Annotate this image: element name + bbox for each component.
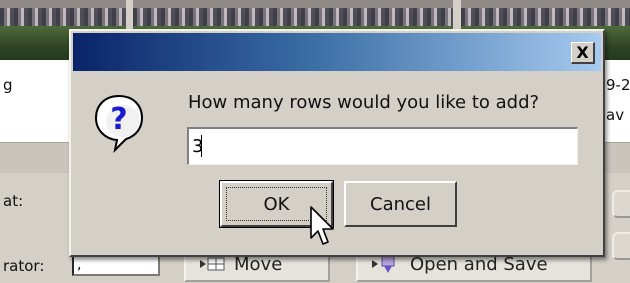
field-label: at:: [3, 192, 24, 210]
rows-count-input[interactable]: [187, 127, 578, 165]
field-label: rator:: [3, 257, 45, 275]
svg-text:?: ?: [110, 102, 127, 137]
question-icon: ?: [94, 94, 144, 153]
dialog-title-bar[interactable]: X: [73, 33, 601, 71]
cell-text: 9-2: [606, 76, 630, 94]
cancel-button[interactable]: Cancel: [344, 181, 457, 227]
mouse-pointer-icon: [310, 206, 334, 245]
dialog-prompt: How many rows would you like to add?: [188, 92, 540, 113]
cancel-button-label: Cancel: [370, 193, 431, 215]
cell-text: av: [606, 106, 625, 124]
text-caret: [201, 135, 202, 157]
cell-text: g: [3, 76, 13, 94]
close-icon: X: [576, 42, 589, 62]
side-button[interactable]: [612, 190, 630, 218]
close-button[interactable]: X: [571, 42, 595, 64]
add-rows-dialog: X ? How many rows would you like to add?…: [69, 29, 605, 257]
move-rows-icon: [200, 257, 225, 271]
side-button[interactable]: [612, 232, 630, 260]
operator-input[interactable]: ,: [72, 254, 160, 276]
